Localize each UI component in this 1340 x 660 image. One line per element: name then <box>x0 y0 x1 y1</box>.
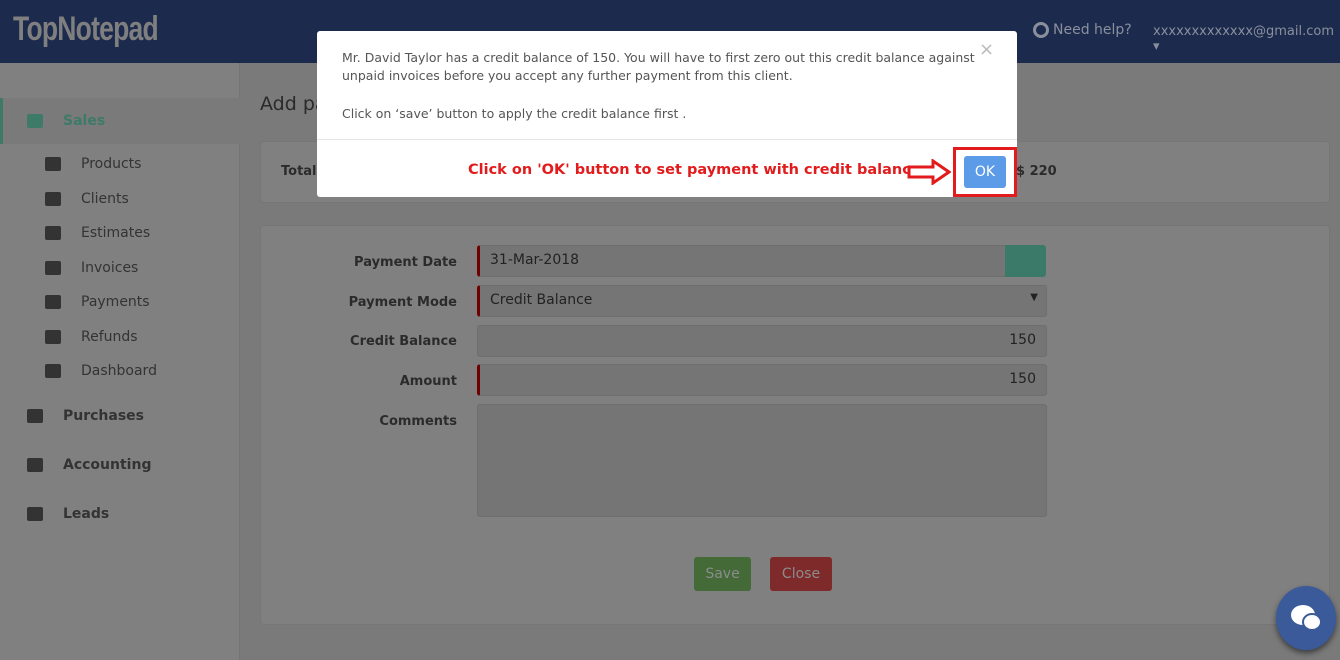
close-button[interactable]: Close <box>770 557 832 591</box>
sidebar-item-invoices[interactable]: Invoices <box>45 260 138 276</box>
arrow-right-icon <box>907 159 951 185</box>
modal-footer-divider <box>317 139 1017 140</box>
credit-balance-modal: Mr. David Taylor has a credit balance of… <box>317 31 1017 197</box>
comments-label: Comments <box>379 414 457 429</box>
payment-mode-label: Payment Mode <box>348 295 457 310</box>
payment-mode-select[interactable]: Credit Balance ▼ <box>477 285 1047 317</box>
payment-date-label: Payment Date <box>354 255 457 270</box>
label: Sales <box>63 113 106 129</box>
bar-chart-icon <box>27 458 43 472</box>
exchange-icon <box>45 330 61 344</box>
sidebar-item-dashboard[interactable]: Dashboard <box>45 363 157 379</box>
amount-label: Amount <box>399 374 457 389</box>
ok-button[interactable]: OK <box>964 156 1006 188</box>
modal-message: Mr. David Taylor has a credit balance of… <box>342 50 975 83</box>
label: Purchases <box>63 408 145 424</box>
sidebar-item-purchases[interactable]: Purchases <box>27 408 144 424</box>
close-icon[interactable]: × <box>979 39 994 60</box>
user-icon <box>45 192 61 206</box>
label: Refunds <box>81 329 138 345</box>
sidebar-item-refunds[interactable]: Refunds <box>45 329 138 345</box>
total-label: Total <box>281 164 317 179</box>
label: Invoices <box>81 260 139 276</box>
file-outline-icon <box>45 261 61 275</box>
caret-down-icon: ▼ <box>1030 292 1038 303</box>
modal-note: Click on ‘save’ button to apply the cred… <box>342 106 687 121</box>
sidebar-item-leads[interactable]: Leads <box>27 506 109 522</box>
lifebuoy-icon <box>1033 22 1049 38</box>
label: Estimates <box>81 225 151 241</box>
total-value: $ 220 <box>1016 164 1057 179</box>
sidebar-item-estimates[interactable]: Estimates <box>45 225 150 241</box>
caret-down-icon: ▾ <box>1153 39 1160 54</box>
selected-value: Credit Balance <box>490 292 593 308</box>
chat-bubbles-icon <box>1291 605 1322 631</box>
annotation-highlight-box: OK <box>953 147 1017 197</box>
amount-input[interactable]: 150 <box>477 364 1047 396</box>
users-icon <box>27 507 43 521</box>
label: Leads <box>63 506 110 522</box>
minus-square-icon <box>27 409 43 423</box>
label: Clients <box>81 191 129 207</box>
sidebar: Sales Products Clients Estimates Invoice… <box>0 63 240 660</box>
payment-date-input[interactable]: 31-Mar-2018 <box>477 245 1007 277</box>
credit-balance-input[interactable]: 150 <box>477 325 1047 357</box>
credit-card-icon <box>45 295 61 309</box>
sidebar-item-sales-label[interactable]: Sales <box>27 113 105 129</box>
sidebar-item-products[interactable]: Products <box>45 156 141 172</box>
layers-icon <box>27 114 43 128</box>
user-menu[interactable]: xxxxxxxxxxxxx@gmail.com ▾ <box>1153 24 1340 54</box>
save-button[interactable]: Save <box>694 557 751 591</box>
logo[interactable]: TopNotepad <box>13 10 159 49</box>
sidebar-item-payments[interactable]: Payments <box>45 294 150 310</box>
label: Products <box>81 156 142 172</box>
label: Accounting <box>63 457 152 473</box>
sidebar-item-accounting[interactable]: Accounting <box>27 457 151 473</box>
label: Dashboard <box>81 363 157 379</box>
dashboard-icon <box>45 364 61 378</box>
file-icon <box>45 226 61 240</box>
cubes-icon <box>45 157 61 171</box>
label: Payments <box>81 294 150 310</box>
calendar-button[interactable] <box>1005 245 1046 277</box>
annotation-text: Click on 'OK' button to set payment with… <box>468 162 921 178</box>
sidebar-item-clients[interactable]: Clients <box>45 191 129 207</box>
need-help-link[interactable]: Need help? <box>1033 22 1132 38</box>
credit-balance-label: Credit Balance <box>350 334 457 349</box>
comments-textarea[interactable] <box>477 404 1047 517</box>
user-email: xxxxxxxxxxxxx@gmail.com <box>1153 24 1335 39</box>
help-label: Need help? <box>1053 22 1132 38</box>
chat-button[interactable] <box>1276 586 1336 650</box>
